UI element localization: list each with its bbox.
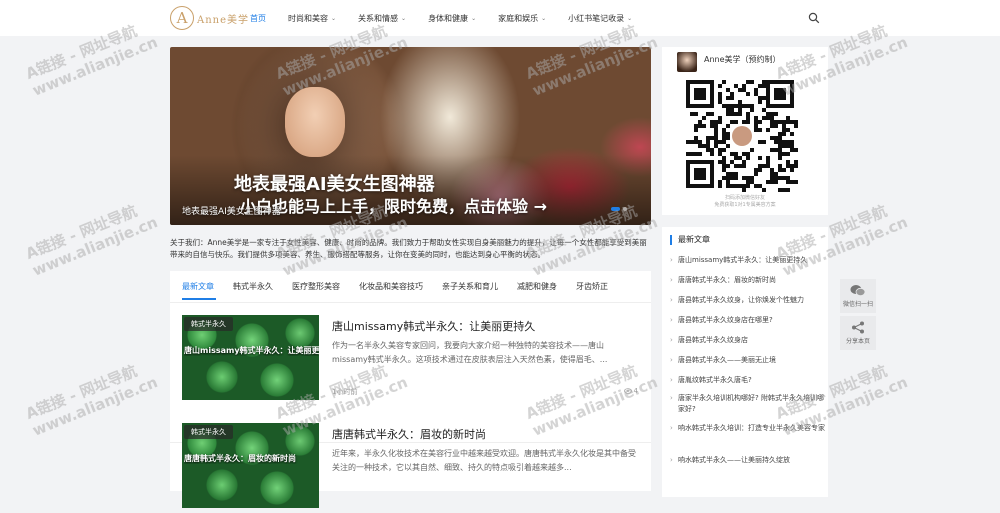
tab-item[interactable]: 韩式半永久	[233, 281, 273, 292]
logo-mark: A	[170, 6, 194, 30]
latest-articles-title: 最新文章	[670, 235, 710, 245]
watermark-line-2: www.alianjie.cn	[29, 33, 161, 100]
nav-item[interactable]: 首页	[250, 13, 266, 24]
post-category-badge[interactable]: 韩式半永久	[184, 425, 233, 439]
nav-item[interactable]: 关系和情感 ⌄	[358, 13, 406, 24]
nav-item[interactable]: 时尚和美容 ⌄	[288, 13, 336, 24]
watermark-line-1: A链接 - 网址导航	[23, 361, 140, 423]
post-views-count: 4	[633, 387, 638, 395]
qr-code	[686, 80, 798, 192]
qr-caption-line-2: 免费获取1对1专属美容方案	[714, 202, 776, 208]
post-title[interactable]: 唐山missamy韩式半永久：让美丽更持久	[332, 318, 535, 334]
latest-article-link[interactable]: 响水韩式半永久——让美丽持久绽放	[670, 455, 830, 466]
nav-item[interactable]: 身体和健康 ⌄	[428, 13, 476, 24]
nav-item[interactable]: 家庭和娱乐 ⌄	[498, 13, 546, 24]
chevron-down-icon: ⌄	[331, 14, 337, 22]
qr-caption: 扫码添加微信好友 免费获取1对1专属美容方案	[662, 195, 828, 209]
tab-item[interactable]: 牙齿矫正	[576, 281, 608, 292]
latest-article-link[interactable]: 唐县韩式半永久——美丽无止境	[670, 355, 830, 366]
thumbnail-text: 唐山missamy韩式半永久：让美丽更持久	[184, 346, 319, 355]
latest-article-link[interactable]: 唐县韩式半永久纹身店在哪里?	[670, 315, 830, 326]
wechat-icon	[850, 285, 866, 297]
main-nav: 首页 时尚和美容 ⌄ 关系和情感 ⌄ 身体和健康 ⌄ 家庭和娱乐 ⌄ 小红书笔记收录 ⌄	[250, 0, 654, 36]
nav-item-label: 关系和情感	[358, 13, 399, 23]
tab-item[interactable]: 最新文章	[182, 281, 214, 292]
wechat-card: Anne美学（预约制） 扫码添加微信好友 免费获取1对1专属美容方案	[662, 47, 828, 215]
latest-article-link[interactable]: 响水韩式半永久培训：打造专业半永久美容专家	[670, 423, 830, 434]
post-category-badge[interactable]: 韩式半永久	[184, 317, 233, 331]
watermark-line-1: A链接 - 网址导航	[23, 201, 140, 263]
chevron-down-icon: ⌄	[401, 14, 407, 22]
about-text: 关于我们：Anne美学是一家专注于女性美容、健康、时尚的品牌。我们致力于帮助女性…	[170, 238, 647, 259]
search-icon[interactable]	[808, 12, 820, 24]
article-tabs: 最新文章 韩式半永久 医疗整形美容 化妆品和美容技巧 亲子关系和育儿 减肥和健身 牙齿矫正	[182, 281, 627, 292]
tab-item[interactable]: 亲子关系和育儿	[442, 281, 498, 292]
latest-articles-widget: 最新文章 唐山missamy韩式半永久：让美丽更持久唐唐韩式半永久：眉妆的新时尚…	[662, 227, 828, 497]
latest-article-link[interactable]: 唐山missamy韩式半永久：让美丽更持久	[670, 255, 830, 266]
tab-item[interactable]: 化妆品和美容技巧	[359, 281, 423, 292]
post-item[interactable]: 韩式半永久 唐唐韩式半永久：眉妆的新时尚 唐唐韩式半永久：眉妆的新时尚 近年来，…	[182, 423, 638, 513]
nav-item[interactable]: 小红书笔记收录 ⌄	[568, 13, 632, 24]
share-icon	[852, 321, 864, 334]
latest-article-link[interactable]: 唐家半永久培训机构哪好? 附韩式半永久培训哪家好?	[670, 393, 830, 415]
slider-subline: 小白也能马上上手，限时免费，点击体验 →	[240, 197, 547, 216]
tab-item[interactable]: 医疗整形美容	[292, 281, 340, 292]
nav-item-label: 小红书笔记收录	[568, 13, 625, 23]
eye-icon	[623, 388, 632, 394]
slider-dot-active[interactable]	[611, 207, 620, 211]
slider-dot[interactable]	[623, 207, 627, 211]
site-header: A Anne美学 首页 时尚和美容 ⌄ 关系和情感 ⌄ 身体和健康 ⌄ 家庭和娱乐 ⌄ 小红书笔记…	[0, 0, 1000, 36]
logo-text: Anne美学	[197, 14, 250, 26]
post-title[interactable]: 唐唐韩式半永久：眉妆的新时尚	[332, 426, 486, 442]
share-label: 分享本页	[845, 338, 870, 345]
post-views: 4	[623, 387, 638, 395]
wechat-name: Anne美学（预约制）	[704, 55, 781, 64]
latest-article-link[interactable]: 唐县韩式半永久纹身店	[670, 335, 830, 346]
chevron-down-icon: ⌄	[541, 14, 547, 22]
chevron-down-icon: ⌄	[627, 14, 633, 22]
latest-article-link[interactable]: 唐胤纹韩式半永久唐毛?	[670, 375, 830, 386]
slider-dots	[611, 207, 627, 211]
active-tab-underline	[182, 298, 216, 300]
watermark-line-2: www.alianjie.cn	[29, 213, 161, 280]
slider-caption[interactable]: 地表最强AI美女生图神器	[182, 204, 281, 217]
slider-image-face	[285, 87, 345, 157]
nav-item-label: 身体和健康	[428, 13, 469, 23]
wechat-scan-label: 微信扫一扫	[842, 301, 873, 308]
nav-item-label: 时尚和美容	[288, 13, 328, 23]
post-excerpt: 近年来，半永久化妆技术在美容行业中越来越受欢迎。唐唐韩式半永久化妆是其中备受关注…	[332, 449, 636, 472]
post-thumbnail[interactable]: 韩式半永久 唐唐韩式半永久：眉妆的新时尚	[182, 423, 319, 508]
watermark: A链接 - 网址导航 www.alianjie.cn	[23, 356, 161, 440]
latest-article-link[interactable]: 唐县韩式半永久纹身，让你焕发个性魅力	[670, 295, 830, 306]
site-logo[interactable]: A Anne美学	[170, 6, 249, 30]
thumbnail-text: 唐唐韩式半永久：眉妆的新时尚	[184, 454, 296, 463]
avatar	[677, 52, 697, 72]
share-button[interactable]: 分享本页	[840, 316, 876, 350]
hero-slider[interactable]: 地表最强AI美女生图神器 小白也能马上上手，限时免费，点击体验 → 地表最强AI…	[170, 47, 651, 225]
wechat-scan-button[interactable]: 微信扫一扫	[840, 279, 876, 313]
tabs-divider	[170, 302, 651, 303]
post-thumbnail[interactable]: 韩式半永久 唐山missamy韩式半永久：让美丽更持久	[182, 315, 319, 400]
chevron-down-icon: ⌄	[471, 14, 477, 22]
tab-item[interactable]: 减肥和健身	[517, 281, 557, 292]
article-card: 最新文章 韩式半永久 医疗整形美容 化妆品和美容技巧 亲子关系和育儿 减肥和健身 牙齿矫正 …	[170, 271, 651, 508]
nav-item-label: 首页	[250, 13, 266, 23]
post-time: 1小时前	[332, 388, 358, 396]
watermark-line-2: www.alianjie.cn	[29, 373, 161, 440]
qr-caption-line-1: 扫码添加微信好友	[724, 195, 765, 201]
latest-article-link[interactable]: 唐唐韩式半永久：眉妆的新时尚	[670, 275, 830, 286]
post-excerpt: 作为一名半永久美容专家回问，我要向大家介绍一种独特的美容技术——唐山missam…	[332, 341, 608, 364]
watermark: A链接 - 网址导航 www.alianjie.cn	[23, 196, 161, 280]
nav-item-label: 家庭和娱乐	[498, 13, 539, 23]
